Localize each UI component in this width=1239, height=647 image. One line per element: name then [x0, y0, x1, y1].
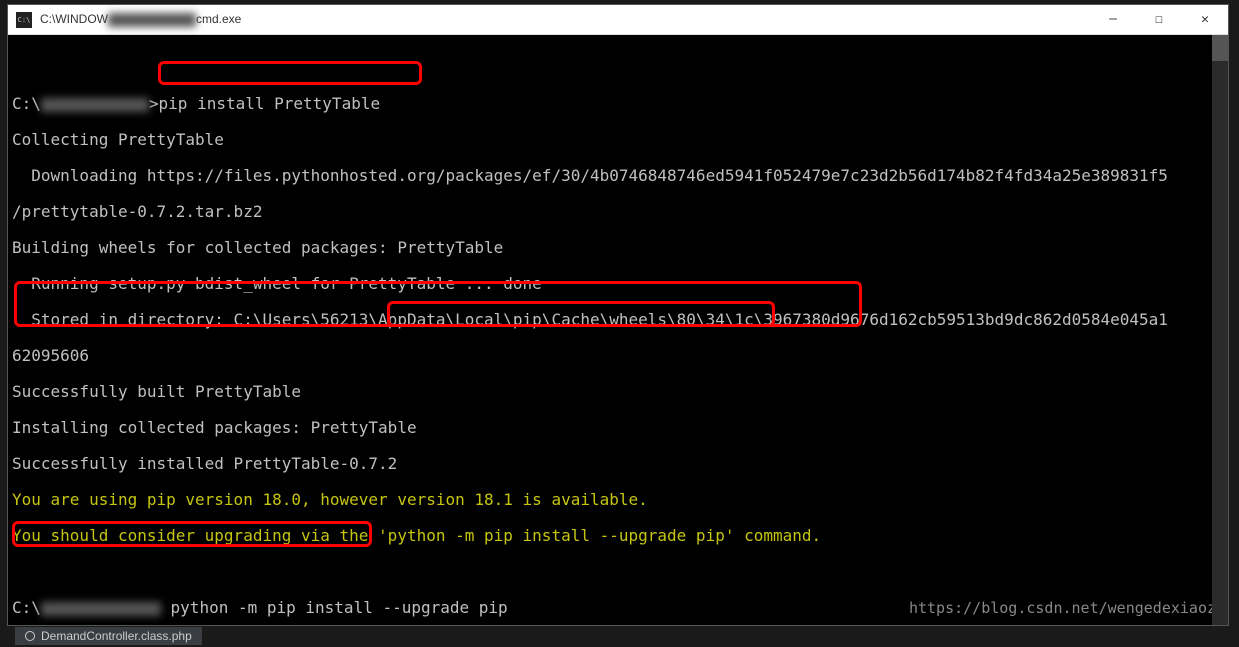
- terminal-line: Stored in directory: C:\Users\56213\AppD…: [12, 311, 1224, 329]
- minimize-button[interactable]: ─: [1090, 5, 1136, 34]
- tab-status-icon: [25, 631, 35, 641]
- editor-tab[interactable]: DemandController.class.php: [15, 627, 202, 645]
- window-controls: ─ ☐ ✕: [1090, 5, 1228, 34]
- close-button[interactable]: ✕: [1182, 5, 1228, 34]
- window-title: C:\WINDOWXXXXXXXXcmd.exe: [40, 12, 1090, 27]
- tab-label: DemandController.class.php: [41, 629, 192, 643]
- terminal-line: /prettytable-0.7.2.tar.bz2: [12, 203, 1224, 221]
- watermark: https://blog.csdn.net/wengedexiaoz: [909, 599, 1216, 617]
- scrollbar-thumb[interactable]: [1212, 35, 1228, 61]
- cmd-window: C:\WINDOWXXXXXXXXcmd.exe ─ ☐ ✕ C:\XXXXXX…: [7, 4, 1229, 626]
- terminal-line: Collecting PrettyTable: [12, 131, 1224, 149]
- terminal-line: Successfully installed PrettyTable-0.7.2: [12, 455, 1224, 473]
- cmd-icon: [16, 12, 32, 28]
- terminal-content[interactable]: C:\XXXXXXXX>pip install PrettyTable Coll…: [8, 35, 1228, 625]
- terminal-line: Installing collected packages: PrettyTab…: [12, 419, 1224, 437]
- terminal-line: [12, 59, 1224, 77]
- scrollbar[interactable]: [1212, 35, 1228, 625]
- terminal-line: Running setup.py bdist_wheel for PrettyT…: [12, 275, 1224, 293]
- terminal-line: 62095606: [12, 347, 1224, 365]
- terminal-line: Downloading https://files.pythonhosted.o…: [12, 167, 1224, 185]
- pip-warning-line-1: You are using pip version 18.0, however …: [12, 491, 1224, 509]
- pip-warning-line-2: You should consider upgrading via the 'p…: [12, 527, 1224, 545]
- terminal-line: [12, 563, 1224, 581]
- titlebar[interactable]: C:\WINDOWXXXXXXXXcmd.exe ─ ☐ ✕: [8, 5, 1228, 35]
- terminal-line: Building wheels for collected packages: …: [12, 239, 1224, 257]
- prompt-line-1: C:\XXXXXXXX>pip install PrettyTable: [12, 95, 1224, 113]
- maximize-button[interactable]: ☐: [1136, 5, 1182, 34]
- terminal-line: Successfully built PrettyTable: [12, 383, 1224, 401]
